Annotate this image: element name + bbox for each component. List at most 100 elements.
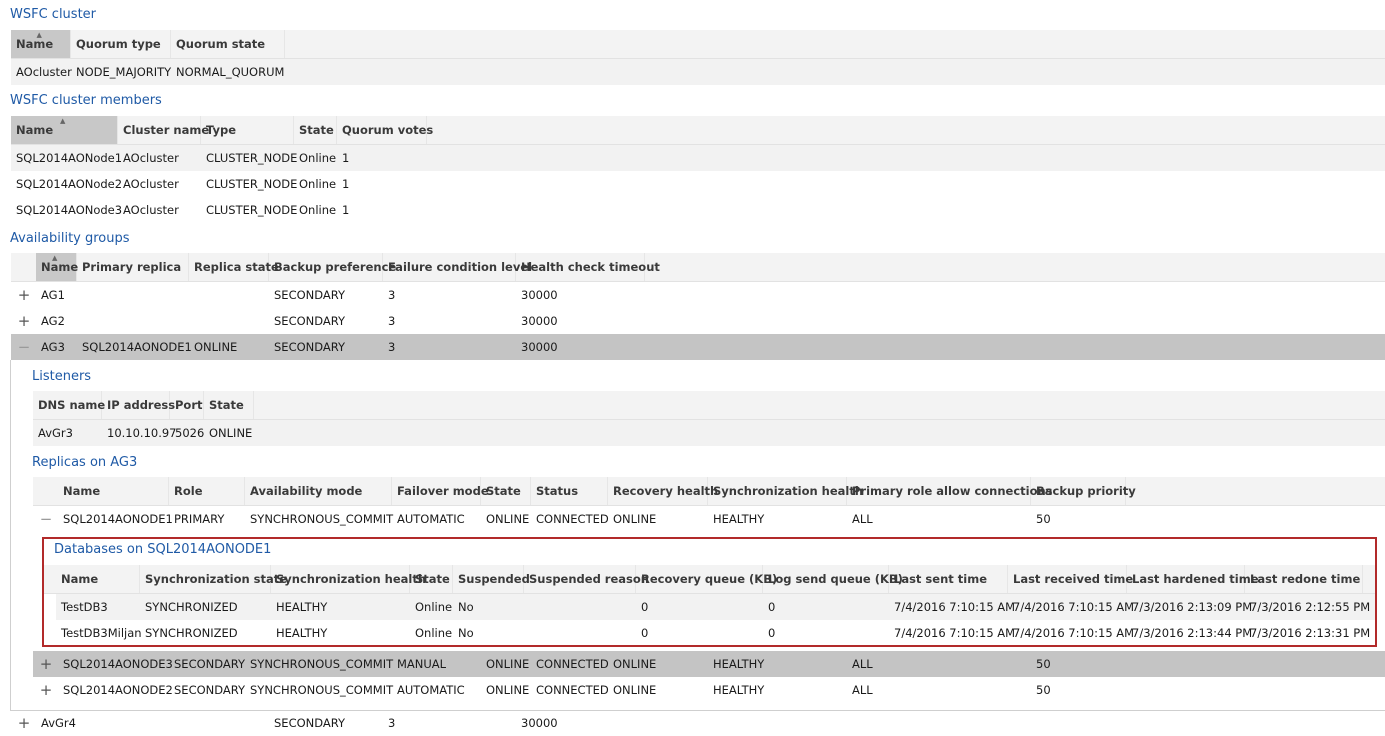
column-header-name[interactable]: ▲ Name bbox=[11, 116, 118, 144]
cell-name: AG2 bbox=[41, 314, 65, 328]
column-header-availability-mode[interactable]: Availability mode bbox=[245, 477, 392, 505]
column-header-backup-preference[interactable]: Backup preference bbox=[269, 253, 396, 281]
column-header-recovery-health[interactable]: Recovery health bbox=[608, 477, 718, 505]
column-header-failure-condition-level[interactable]: Failure condition level bbox=[383, 253, 532, 281]
cell-name: SQL2014AONode2 bbox=[16, 177, 123, 191]
plus-icon[interactable]: + bbox=[38, 677, 54, 703]
cell-recovery-queue: 0 bbox=[641, 626, 649, 640]
table-row-selected[interactable]: − AG3 SQL2014AONODE1 ONLINE SECONDARY 3 … bbox=[11, 334, 1385, 360]
cell-synchronization-health: HEALTHY bbox=[713, 683, 765, 697]
cell-name: AvGr4 bbox=[41, 716, 76, 730]
table-row[interactable]: AvGr3 10.10.10.97 5026 ONLINE bbox=[33, 420, 1385, 446]
column-header-ip-address[interactable]: IP address bbox=[102, 391, 175, 419]
column-header-dns-name[interactable]: DNS name bbox=[33, 391, 105, 419]
plus-icon[interactable]: + bbox=[16, 308, 32, 334]
table-row[interactable]: TestDB3 SYNCHRONIZED HEALTHY Online No 0… bbox=[56, 594, 1375, 620]
cell-name: TestDB3Miljan bbox=[61, 626, 142, 640]
table-row[interactable]: AOcluster NODE_MAJORITY NORMAL_QUORUM bbox=[11, 59, 1385, 85]
cell-name: SQL2014AONODE2 bbox=[63, 683, 173, 697]
table-row[interactable]: + SQL2014AONODE2 SECONDARY SYNCHRONOUS_C… bbox=[33, 677, 1385, 703]
column-header-name[interactable]: ▲ Name bbox=[11, 30, 71, 58]
sort-ascending-icon: ▲ bbox=[52, 254, 58, 262]
plus-icon[interactable]: + bbox=[38, 651, 54, 677]
table-row[interactable]: SQL2014AONode3 AOcluster CLUSTER_NODE On… bbox=[11, 197, 1385, 223]
column-header-role[interactable]: Role bbox=[169, 477, 245, 505]
column-header-suspended[interactable]: Suspended bbox=[453, 565, 530, 593]
cell-last-sent-time: 7/4/2016 7:10:15 AM bbox=[894, 626, 1016, 640]
column-header-state[interactable]: State bbox=[204, 391, 254, 419]
column-header-replica-state[interactable]: Replica state bbox=[189, 253, 279, 281]
column-header-failover-mode[interactable]: Failover mode bbox=[392, 477, 489, 505]
availability-groups-title: Availability groups bbox=[10, 231, 130, 246]
column-header-name[interactable]: Name bbox=[58, 477, 169, 505]
cell-synchronization-health: HEALTHY bbox=[276, 600, 328, 614]
cell-quorum-votes: 1 bbox=[342, 203, 350, 217]
databases-title: Databases on SQL2014AONODE1 bbox=[54, 542, 272, 557]
cell-quorum-votes: 1 bbox=[342, 151, 350, 165]
cell-availability-mode: SYNCHRONOUS_COMMIT bbox=[250, 512, 394, 526]
column-header-quorum-state[interactable]: Quorum state bbox=[171, 30, 285, 58]
cell-type: CLUSTER_NODE bbox=[206, 203, 298, 217]
cell-state: Online bbox=[299, 151, 337, 165]
table-row[interactable]: SQL2014AONode1 AOcluster CLUSTER_NODE On… bbox=[11, 145, 1385, 171]
cell-log-send-queue: 0 bbox=[768, 626, 776, 640]
column-header-state[interactable]: State bbox=[410, 565, 453, 593]
cell-state: ONLINE bbox=[486, 657, 530, 671]
column-header-health-check-timeout[interactable]: Health check timeout bbox=[516, 253, 660, 281]
cell-last-received-time: 7/4/2016 7:10:15 AM bbox=[1013, 626, 1135, 640]
cell-name: SQL2014AONODE3 bbox=[63, 657, 173, 671]
column-header-quorum-votes[interactable]: Quorum votes bbox=[337, 116, 433, 144]
minus-icon[interactable]: − bbox=[16, 334, 32, 360]
table-row[interactable]: + AG2 SECONDARY 3 30000 bbox=[11, 308, 1385, 334]
cell-backup-priority: 50 bbox=[1036, 512, 1051, 526]
table-row-selected[interactable]: + SQL2014AONODE3 SECONDARY SYNCHRONOUS_C… bbox=[33, 651, 1385, 677]
column-header-synchronization-health[interactable]: Synchronization health bbox=[708, 477, 863, 505]
column-header-state[interactable]: State bbox=[481, 477, 531, 505]
cell-name: AOcluster bbox=[16, 65, 72, 79]
column-header-last-received-time[interactable]: Last received time bbox=[1008, 565, 1133, 593]
minus-icon[interactable]: − bbox=[38, 506, 54, 532]
table-row[interactable]: TestDB3Miljan SYNCHRONIZED HEALTHY Onlin… bbox=[56, 620, 1375, 646]
replicas-title: Replicas on AG3 bbox=[32, 455, 138, 470]
cell-health-check-timeout: 30000 bbox=[521, 340, 558, 354]
wsfc-members-title: WSFC cluster members bbox=[10, 93, 162, 108]
databases-panel: Databases on SQL2014AONODE1 Name Synchro… bbox=[42, 537, 1377, 647]
column-header-type[interactable]: Type bbox=[201, 116, 294, 144]
cell-type: CLUSTER_NODE bbox=[206, 151, 298, 165]
cell-failure-condition-level: 3 bbox=[388, 340, 396, 354]
column-header-suspended-reason[interactable]: Suspended reason bbox=[524, 565, 649, 593]
cell-role: SECONDARY bbox=[174, 683, 246, 697]
column-header-port[interactable]: Port bbox=[170, 391, 204, 419]
plus-icon[interactable]: + bbox=[16, 710, 32, 736]
column-header-last-redone-time[interactable]: Last redone time bbox=[1245, 565, 1363, 593]
cell-state: ONLINE bbox=[209, 426, 253, 440]
column-header-cluster-name[interactable]: Cluster name bbox=[118, 116, 209, 144]
column-header-recovery-queue[interactable]: Recovery queue (KB) bbox=[636, 565, 777, 593]
column-header-backup-priority[interactable]: Backup priority bbox=[1031, 477, 1136, 505]
table-row[interactable]: + AvGr4 SECONDARY 3 30000 bbox=[11, 710, 1385, 736]
column-header-synchronization-state[interactable]: Synchronization state bbox=[140, 565, 287, 593]
table-row[interactable]: − SQL2014AONODE1 PRIMARY SYNCHRONOUS_COM… bbox=[33, 506, 1385, 532]
cell-suspended: No bbox=[458, 600, 474, 614]
cell-failure-condition-level: 3 bbox=[388, 716, 396, 730]
column-header-quorum-type[interactable]: Quorum type bbox=[71, 30, 171, 58]
column-header-name[interactable]: Name bbox=[56, 565, 140, 593]
column-header-log-send-queue[interactable]: Log send queue (KB) bbox=[763, 565, 903, 593]
column-header-last-sent-time[interactable]: Last sent time bbox=[889, 565, 1008, 593]
cell-status: CONNECTED bbox=[536, 512, 609, 526]
cell-name: SQL2014AONODE1 bbox=[63, 512, 173, 526]
column-header-synchronization-health[interactable]: Synchronization health bbox=[271, 565, 426, 593]
cell-state: Online bbox=[415, 600, 453, 614]
column-header-status[interactable]: Status bbox=[531, 477, 608, 505]
column-header-state[interactable]: State bbox=[294, 116, 337, 144]
column-header-last-hardened-time[interactable]: Last hardened time bbox=[1127, 565, 1259, 593]
table-row[interactable]: SQL2014AONode2 AOcluster CLUSTER_NODE On… bbox=[11, 171, 1385, 197]
column-header-primary-replica[interactable]: Primary replica bbox=[77, 253, 189, 281]
listeners-header: DNS name IP address Port State bbox=[33, 391, 1385, 420]
column-header-name[interactable]: ▲ Name bbox=[36, 253, 78, 281]
table-row[interactable]: + AG1 SECONDARY 3 30000 bbox=[11, 282, 1385, 308]
plus-icon[interactable]: + bbox=[16, 282, 32, 308]
cell-quorum-state: NORMAL_QUORUM bbox=[176, 65, 285, 79]
column-header-primary-role-allow-connections[interactable]: Primary role allow connections bbox=[847, 477, 1053, 505]
cell-suspended-reason bbox=[524, 620, 529, 646]
